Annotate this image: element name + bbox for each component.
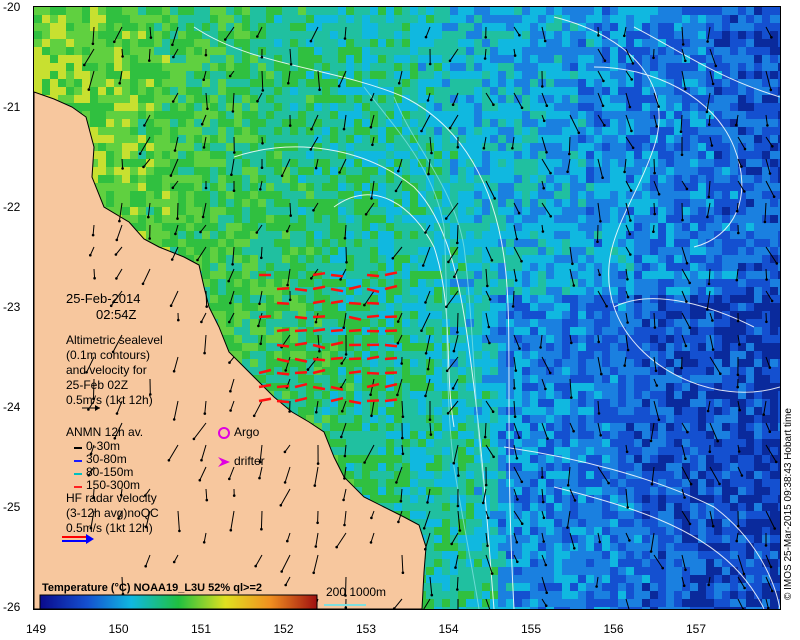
y-tick-label: -24	[3, 400, 21, 414]
drifter-label: drifter	[234, 454, 265, 468]
x-tick-label: 149	[26, 622, 47, 636]
x-tick-label: 156	[603, 622, 624, 636]
x-tick-label: 153	[356, 622, 377, 636]
hf-radar-line2: (3-12h avg)noQC	[66, 506, 159, 520]
colorbar	[39, 594, 318, 609]
altimetry-line3: and velocity for	[66, 363, 147, 377]
anmn-depth-0: 0-30m	[86, 439, 121, 453]
y-tick-label: -21	[3, 100, 21, 114]
x-tick-label: 154	[438, 622, 459, 636]
y-tick-label: -23	[3, 300, 21, 314]
x-tick-label: 157	[686, 622, 707, 636]
altimetry-line1: Altimetric sealevel	[66, 333, 163, 347]
altimetry-line5: 0.5m/s (1kt 12h)	[66, 393, 153, 407]
time-label: 02:54Z	[96, 307, 137, 322]
anmn-depth-2: 80-150m	[86, 465, 134, 479]
hf-radar-line1: HF radar velocity	[66, 491, 157, 505]
sst-map: Temperature (°C) NOAA19_L3U 52% ql>=2 25…	[33, 6, 781, 610]
y-tick-label: -20	[3, 0, 21, 14]
bathy-legend-label: 200 1000m	[326, 585, 387, 599]
x-tick-label: 155	[521, 622, 542, 636]
altimetry-line2: (0.1m contours)	[66, 348, 151, 362]
date-label: 25-Feb-2014	[66, 291, 141, 306]
x-tick-label: 152	[273, 622, 294, 636]
colorbar-title: Temperature (°C) NOAA19_L3U 52% ql>=2	[42, 582, 262, 594]
y-tick-label: -22	[3, 200, 21, 214]
anmn-depth-3: 150-300m	[86, 478, 141, 492]
x-tick-label: 151	[191, 622, 212, 636]
x-tick-label: 150	[108, 622, 129, 636]
y-tick-label: -26	[3, 600, 21, 614]
y-tick-label: -25	[3, 500, 21, 514]
anmn-depth-1: 30-80m	[86, 452, 127, 466]
altimetry-line4: 25-Feb 02Z	[66, 378, 129, 392]
anmn-title: ANMN 12h av.	[66, 425, 144, 439]
credit-text: © IMOS 25-Mar-2015 09:38:43 Hobart time	[783, 408, 794, 600]
hf-radar-line3: 0.5m/s (1kt 12h)	[66, 521, 153, 535]
argo-label: Argo	[234, 425, 260, 439]
